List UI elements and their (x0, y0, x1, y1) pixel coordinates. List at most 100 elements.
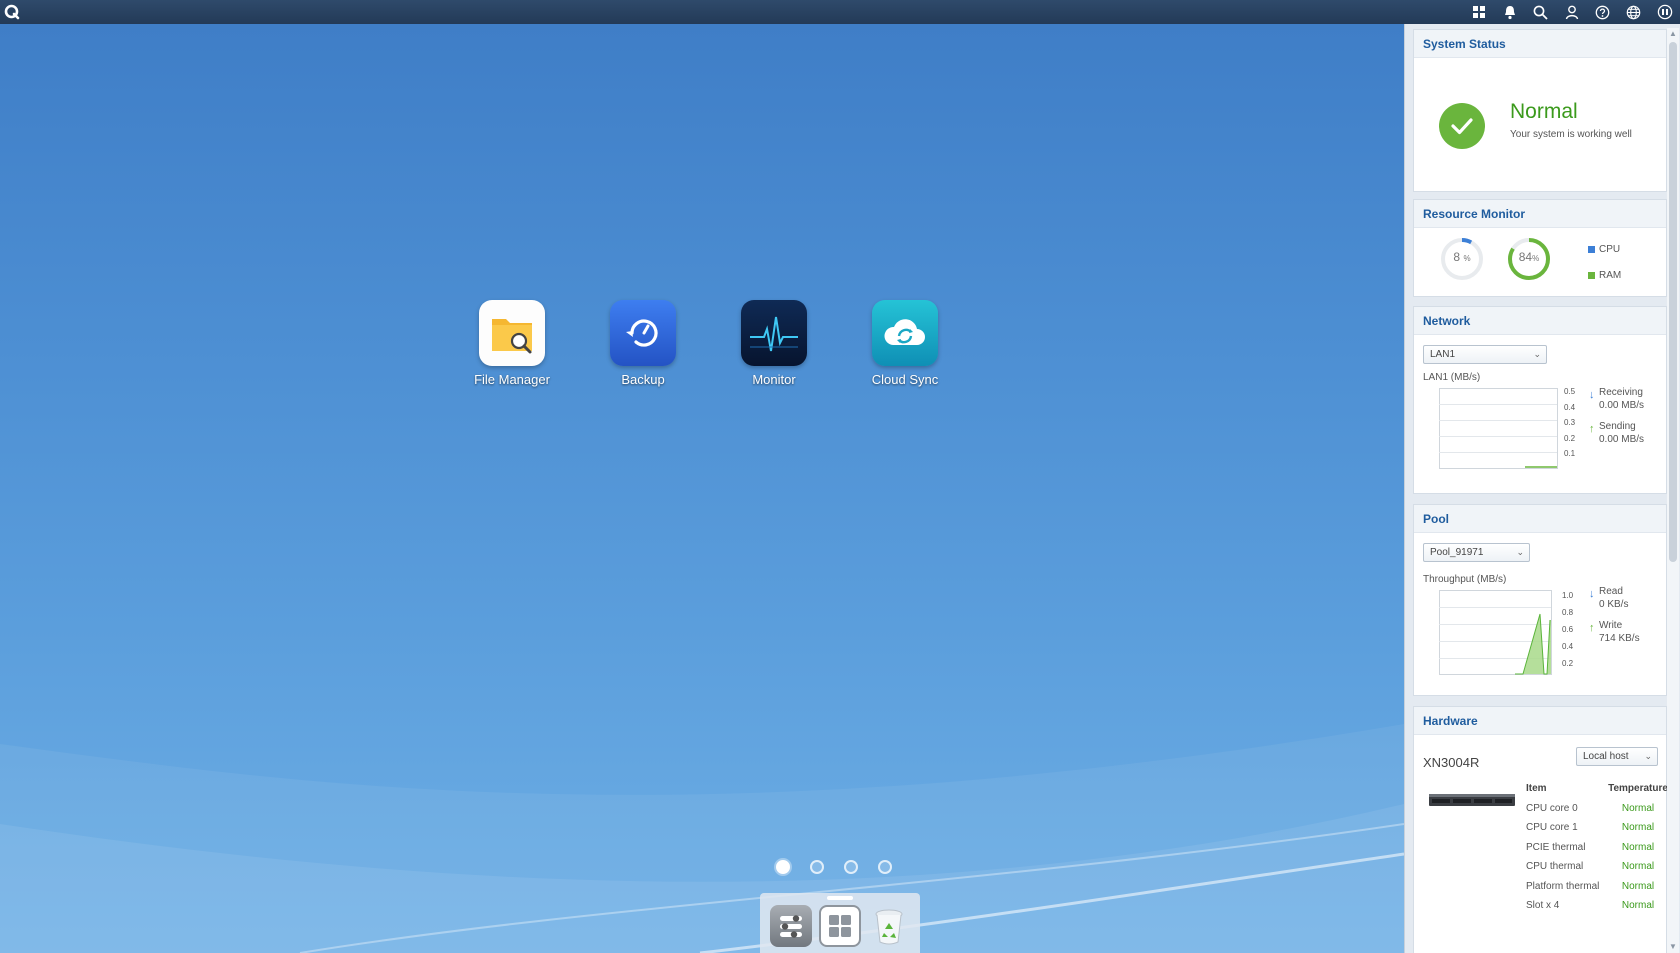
app-monitor[interactable]: Monitor (714, 300, 834, 387)
hardware-widget: Hardware XN3004R Local host ⌄ Item Tempe… (1413, 706, 1668, 953)
widget-title: Network (1414, 307, 1666, 335)
pool-graph (1439, 590, 1552, 675)
dock (760, 893, 920, 953)
resource-monitor-widget[interactable]: Resource Monitor 8 % 84% CPU RAM (1413, 199, 1667, 297)
page-dot-4[interactable] (878, 860, 892, 874)
page-dot-1[interactable] (776, 860, 790, 874)
desktop-page-indicator (776, 860, 892, 874)
notification-bell-icon[interactable] (1494, 0, 1525, 24)
hardware-model: XN3004R (1423, 755, 1480, 770)
cpu-usage-value: 8 (1453, 250, 1461, 264)
table-row: CPU thermal Normal (1526, 861, 1668, 881)
panel-scrollbar[interactable]: ▲ ▼ (1667, 28, 1679, 953)
widget-title: Hardware (1414, 707, 1666, 735)
system-info-icon[interactable] (1649, 0, 1680, 24)
arrow-down-icon: ↓ (1589, 389, 1595, 401)
col-item: Item (1526, 783, 1547, 794)
hw-item: CPU thermal (1526, 861, 1584, 872)
scroll-down-icon[interactable]: ▼ (1669, 943, 1677, 951)
legend-ram: RAM (1588, 270, 1621, 281)
cpu-usage-unit: % (1463, 254, 1471, 263)
read-value: 0 KB/s (1599, 599, 1629, 610)
host-select-value: Local host (1583, 751, 1629, 762)
receiving-label: Receiving (1599, 387, 1643, 398)
dock-handle[interactable] (827, 896, 853, 900)
hw-item: CPU core 0 (1526, 802, 1578, 814)
tick-label: 0.4 (1564, 402, 1576, 412)
widget-title: Pool (1414, 505, 1666, 533)
hardware-table: Item Temperature CPU core 0 Normal CPU c… (1526, 783, 1668, 920)
hw-temp: Normal (1621, 861, 1655, 872)
page-dot-2[interactable] (810, 860, 824, 874)
app-cloud-sync[interactable]: Cloud Sync (845, 300, 965, 387)
legend-ram-label: RAM (1599, 270, 1622, 281)
widget-title: Resource Monitor (1414, 200, 1666, 228)
sending-value: 0.00 MB/s (1599, 434, 1645, 445)
network-sending: ↑ Sending 0.00 MB/s (1589, 420, 1645, 446)
desktop[interactable]: File Manager Backup Monitor Cloud Sync (0, 24, 1404, 953)
language-globe-icon[interactable] (1618, 0, 1649, 24)
apps-grid-icon[interactable] (1463, 0, 1494, 24)
status-ok-icon (1439, 103, 1485, 149)
app-label: Backup (621, 372, 665, 387)
recycle-bin-icon[interactable] (868, 905, 910, 947)
scroll-up-icon[interactable]: ▲ (1669, 30, 1677, 38)
network-graph (1439, 388, 1558, 469)
pool-select[interactable]: Pool_91971 ⌄ (1423, 543, 1530, 562)
user-icon[interactable] (1556, 0, 1587, 24)
hw-temp: Normal (1621, 802, 1655, 814)
app-label: Cloud Sync (871, 372, 939, 387)
legend-cpu-label: CPU (1599, 244, 1621, 255)
main-menu-icon[interactable] (0, 0, 24, 24)
app-label: Monitor (752, 372, 796, 387)
hw-item: Slot x 4 (1526, 900, 1560, 911)
hw-temp: Normal (1621, 841, 1655, 853)
control-panel-icon[interactable] (769, 905, 812, 947)
top-bar-tools (1463, 0, 1680, 24)
hw-temp: Normal (1621, 822, 1655, 833)
host-select[interactable]: Local host ⌄ (1576, 747, 1658, 766)
tick-label: 0.6 (1562, 625, 1574, 634)
hw-item: Platform thermal (1526, 880, 1600, 892)
table-row: Slot x 4 Normal (1526, 900, 1668, 920)
sending-label: Sending (1599, 421, 1636, 432)
table-row: CPU core 1 Normal (1526, 822, 1668, 842)
cpu-usage-ring: 8 % (1439, 236, 1485, 282)
pool-graph-label: Throughput (MB/s) (1423, 574, 1507, 585)
tick-label: 0.2 (1564, 433, 1576, 443)
dashboard-panel: System Status Normal Your system is work… (1404, 24, 1680, 953)
help-icon[interactable] (1587, 0, 1618, 24)
chevron-down-icon: ⌄ (1533, 349, 1541, 359)
network-interface-select[interactable]: LAN1 ⌄ (1423, 345, 1547, 364)
tick-label: 0.8 (1562, 608, 1574, 617)
app-center-icon[interactable] (818, 905, 861, 947)
file-manager-icon (479, 300, 545, 366)
chevron-down-icon: ⌄ (1644, 751, 1652, 761)
network-receiving: ↓ Receiving 0.00 MB/s (1589, 386, 1644, 412)
tick-label: 0.4 (1562, 642, 1574, 651)
system-status-widget: System Status Normal Your system is work… (1413, 29, 1667, 192)
tick-label: 0.2 (1562, 659, 1574, 668)
system-status-value: Normal (1510, 100, 1578, 123)
tick-label: 1.0 (1562, 591, 1574, 600)
cloud-sync-icon (872, 300, 938, 366)
pool-write: ↑ Write 714 KB/s (1589, 619, 1640, 645)
app-label: File Manager (474, 372, 550, 387)
table-row: CPU core 0 Normal (1526, 803, 1668, 823)
search-icon[interactable] (1525, 0, 1556, 24)
app-backup[interactable]: Backup (583, 300, 703, 387)
legend-ram-swatch (1588, 272, 1595, 279)
hw-temp: Normal (1621, 880, 1655, 892)
nas-device-image (1429, 794, 1515, 806)
widget-title: System Status (1414, 30, 1666, 58)
arrow-down-icon: ↓ (1589, 588, 1595, 600)
pool-select-value: Pool_91971 (1430, 547, 1484, 558)
app-file-manager[interactable]: File Manager (452, 300, 572, 387)
page-dot-3[interactable] (844, 860, 858, 874)
legend-cpu: CPU (1588, 244, 1620, 255)
system-status-description: Your system is working well (1510, 129, 1632, 140)
network-interface-value: LAN1 (1430, 349, 1456, 360)
wallpaper-waves (0, 724, 1404, 953)
tick-label: 0.3 (1564, 418, 1576, 427)
scrollbar-thumb[interactable] (1669, 42, 1677, 562)
